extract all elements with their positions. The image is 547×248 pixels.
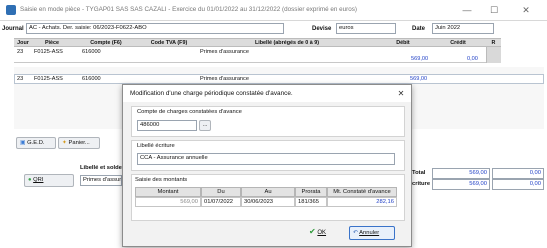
row2-piece: F0125-ASS [34, 76, 63, 82]
row2-libelle: Primes d'assurance [200, 76, 249, 82]
row1-r-cell [486, 47, 501, 63]
window-title: Saisie en mode pièce - TYGAP01 SAS SAS C… [20, 6, 357, 13]
col-libelle: Libellé (abrégés de 0 à 9) [198, 38, 376, 47]
journal-field[interactable]: AC - Achats. Der. saisie: 06/2023-F0622-… [26, 23, 284, 34]
total-debit: 569,00 [432, 168, 490, 179]
row1-debit: 569,00 [411, 56, 429, 62]
libelle-label: Libellé écriture [137, 143, 175, 149]
total-label: Total [412, 170, 426, 176]
title-divider [0, 20, 547, 21]
cancel-button[interactable]: ↶ Annuler [349, 226, 395, 240]
saisie-label: Saisie des montants [135, 177, 188, 183]
row1-libelle: Primes d'assurance [200, 49, 249, 55]
col-r: R [486, 38, 501, 47]
cca-dialog: Modification d'une charge périodique con… [122, 84, 412, 247]
devise-label: Devise [312, 26, 332, 32]
col-piece: Pièce [32, 38, 72, 47]
row1-piece: F0125-ASS [34, 49, 63, 55]
libelle-solde-label: Libellé et solde [80, 165, 122, 171]
devise-field[interactable]: euros [336, 23, 396, 34]
dot-icon: ● [28, 177, 32, 183]
row2-jour: 23 [17, 76, 24, 82]
maximize-button[interactable]: ☐ [483, 3, 505, 17]
col-du: Du [201, 187, 241, 197]
close-window-button[interactable]: ✕ [515, 3, 537, 17]
check-icon: ✔ [309, 227, 316, 236]
col-credit: Crédit [430, 38, 486, 47]
total-credit: 0,00 [492, 168, 544, 179]
row2-compte: 616000 [82, 76, 101, 82]
compte-field[interactable]: 486000 [137, 120, 197, 131]
col-debit: Débit [376, 38, 430, 47]
au-cell[interactable]: 30/06/2023 [241, 197, 295, 207]
primes-field[interactable]: Primes d'assuranc [80, 175, 122, 186]
col-jour: Jour [14, 38, 32, 47]
col-montant: Montant [135, 187, 201, 197]
basket-icon: ✦ [62, 140, 67, 146]
du-cell[interactable]: 01/07/2022 [201, 197, 241, 207]
col-prorata: Prorata [295, 187, 327, 197]
panier-button[interactable]: ✦ Panier... [58, 137, 100, 149]
ged-icon: ▣ [20, 140, 26, 146]
ecriture-debit: 569,00 [432, 179, 490, 190]
row1-jour: 23 [17, 49, 24, 55]
dialog-close-button[interactable]: ✕ [395, 85, 407, 102]
date-label: Date [412, 26, 426, 32]
journal-label: Journal [2, 26, 24, 32]
montant-cell[interactable]: 569,00 [135, 197, 201, 207]
dialog-title: Modification d'une charge périodique con… [123, 85, 411, 102]
prorata-cell: 181/365 [295, 197, 327, 207]
libelle-field[interactable]: CCA - Assurance annuelle [137, 153, 395, 165]
compte-label: Compte de charges constatées d'avance [137, 109, 242, 115]
ecriture-credit: 0,00 [492, 179, 544, 190]
row1-compte: 616000 [82, 49, 101, 55]
col-compte: Compte (F6) [72, 38, 140, 47]
ecriture-label: criture [412, 181, 431, 187]
compte-browse-button[interactable]: ... [199, 120, 211, 131]
row2-debit: 569,00 [410, 76, 428, 82]
constate-cell: 282,16 [327, 197, 397, 207]
ged-button[interactable]: ▣ G.E.D. [16, 137, 56, 149]
col-au: Au [241, 187, 295, 197]
row1-credit: 0,00 [467, 56, 478, 62]
ok-button[interactable]: ✔ OK [309, 225, 335, 239]
col-code-tva: Code TVA (F9) [140, 38, 198, 47]
qri-button[interactable]: ● QRI [24, 174, 74, 187]
app-icon [6, 5, 16, 15]
date-field[interactable]: Juin 2022 [432, 23, 494, 34]
col-constate: Mt. Constaté d'avance [327, 187, 397, 197]
undo-icon: ↶ [353, 230, 358, 236]
minimize-button[interactable]: — [456, 3, 478, 17]
